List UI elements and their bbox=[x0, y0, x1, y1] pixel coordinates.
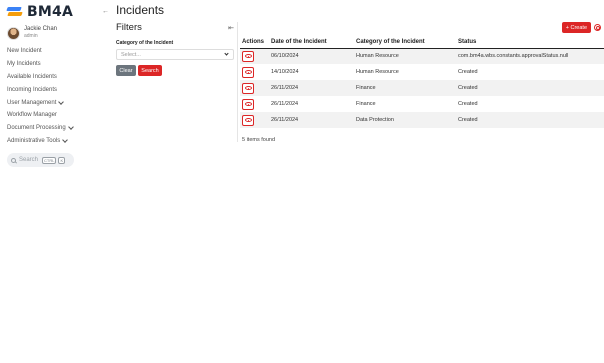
chevron-down-icon bbox=[62, 137, 69, 143]
sidebar-item-workflow-manager[interactable]: Workflow Manager bbox=[7, 109, 73, 122]
eye-icon bbox=[244, 54, 252, 59]
sidebar-item-label: Workflow Manager bbox=[7, 112, 57, 119]
incident-category: Human Resource bbox=[356, 69, 399, 75]
chevron-down-icon bbox=[58, 98, 65, 105]
shortcut-key-k: K bbox=[58, 156, 66, 164]
items-count: 5 items found bbox=[242, 137, 276, 143]
sidebar-item-my-incidents[interactable]: My Incidents bbox=[7, 58, 73, 71]
column-header-category[interactable]: Category of the Incident bbox=[354, 37, 456, 49]
logo-text: BM4A bbox=[27, 4, 73, 20]
eye-icon bbox=[244, 70, 252, 74]
create-button[interactable]: + Create bbox=[561, 22, 591, 33]
clear-button[interactable]: Clear bbox=[116, 65, 136, 76]
table-row[interactable]: 14/10/2024 Human Resource Created bbox=[240, 64, 604, 80]
sidebar-collapse-icon[interactable]: ← bbox=[102, 8, 109, 15]
table-row[interactable]: 06/10/2024 Human Resource com.bm4a.wbs.c… bbox=[240, 48, 604, 64]
incident-category: Finance bbox=[356, 101, 376, 107]
incident-status: com.bm4a.wbs.constants.approvalStatus.nu… bbox=[456, 48, 604, 64]
user-role: admin bbox=[24, 33, 38, 39]
incident-status: Created bbox=[458, 69, 478, 75]
column-header-status[interactable]: Status bbox=[456, 37, 604, 49]
column-header-actions[interactable]: Actions bbox=[240, 37, 269, 49]
incident-category: Human Resource bbox=[354, 48, 456, 64]
logo-icon bbox=[6, 4, 23, 20]
table-toolbar: + Create bbox=[561, 22, 601, 33]
collapse-filters-icon[interactable]: ⇤ bbox=[228, 24, 234, 32]
avatar bbox=[7, 26, 20, 40]
incident-status: Created bbox=[458, 101, 478, 107]
incident-date: 26/11/2024 bbox=[271, 101, 299, 107]
category-filter-label: Category of the Incident bbox=[116, 40, 174, 46]
incident-category: Finance bbox=[354, 80, 456, 96]
sidebar-item-label: Administrative Tools bbox=[7, 137, 61, 144]
chevron-down-icon bbox=[67, 124, 74, 131]
sidebar-item-user-management[interactable]: User Management bbox=[7, 96, 73, 109]
sidebar-item-available-incidents[interactable]: Available Incidents bbox=[7, 71, 73, 84]
incidents-table: Actions Date of the Incident Category of… bbox=[240, 37, 604, 128]
view-button[interactable] bbox=[242, 82, 254, 94]
user-profile[interactable]: Jackie Chan admin bbox=[7, 26, 57, 40]
gear-icon[interactable] bbox=[594, 24, 601, 31]
sidebar-search[interactable]: Search CTRL K bbox=[7, 153, 74, 167]
eye-icon bbox=[244, 86, 252, 90]
table-header-row: Actions Date of the Incident Category of… bbox=[240, 37, 604, 49]
sidebar-item-label: Available Incidents bbox=[7, 73, 57, 80]
shortcut-key-ctrl: CTRL bbox=[42, 156, 57, 164]
search-icon bbox=[11, 157, 16, 163]
eye-icon bbox=[244, 118, 252, 122]
column-header-date[interactable]: Date of the Incident bbox=[269, 37, 354, 49]
sidebar-item-label: User Management bbox=[7, 99, 57, 106]
eye-icon bbox=[244, 102, 252, 106]
filters-panel: Filters ⇤ Category of the Incident Selec… bbox=[116, 22, 234, 76]
incident-status: Created bbox=[456, 112, 604, 128]
sidebar-item-document-processing[interactable]: Document Processing bbox=[7, 122, 74, 135]
sidebar-item-label: My Incidents bbox=[7, 61, 41, 68]
sidebar-item-incoming-incidents[interactable]: Incoming Incidents bbox=[7, 83, 73, 96]
view-button[interactable] bbox=[242, 50, 254, 62]
page-title: Incidents bbox=[116, 3, 165, 17]
panel-divider bbox=[237, 22, 238, 142]
filters-title: Filters bbox=[116, 22, 142, 33]
sidebar: BM4A ← Jackie Chan admin New Incident My… bbox=[0, 0, 110, 363]
sidebar-item-label: Incoming Incidents bbox=[7, 86, 58, 93]
view-button[interactable] bbox=[242, 66, 254, 78]
sidebar-item-administrative-tools[interactable]: Administrative Tools bbox=[7, 135, 73, 148]
sidebar-item-label: Document Processing bbox=[7, 125, 66, 132]
incident-date: 06/10/2024 bbox=[269, 48, 354, 64]
search-button[interactable]: Search bbox=[138, 65, 162, 76]
view-button[interactable] bbox=[242, 98, 254, 110]
sidebar-nav: New Incident My Incidents Available Inci… bbox=[7, 45, 74, 148]
view-button[interactable] bbox=[242, 114, 254, 126]
table-row[interactable]: 26/11/2024 Finance Created bbox=[240, 80, 604, 96]
search-label: Search bbox=[19, 157, 39, 163]
table-row[interactable]: 26/11/2024 Finance Created bbox=[240, 96, 604, 112]
app-logo[interactable]: BM4A bbox=[6, 4, 73, 20]
sidebar-item-new-incident[interactable]: New Incident bbox=[7, 45, 73, 58]
user-name: Jackie Chan bbox=[24, 26, 58, 32]
table-row[interactable]: 26/11/2024 Data Protection Created bbox=[240, 112, 604, 128]
incident-date: 26/11/2024 bbox=[269, 112, 354, 128]
category-select-placeholder: Select... bbox=[121, 51, 141, 58]
incident-status: Created bbox=[456, 80, 604, 96]
incident-category: Data Protection bbox=[354, 112, 456, 128]
sidebar-item-label: New Incident bbox=[7, 48, 42, 55]
category-select[interactable]: Select... bbox=[116, 49, 234, 60]
incident-date: 26/11/2024 bbox=[269, 80, 354, 96]
chevron-down-icon bbox=[224, 51, 229, 56]
incident-date: 14/10/2024 bbox=[271, 69, 299, 75]
